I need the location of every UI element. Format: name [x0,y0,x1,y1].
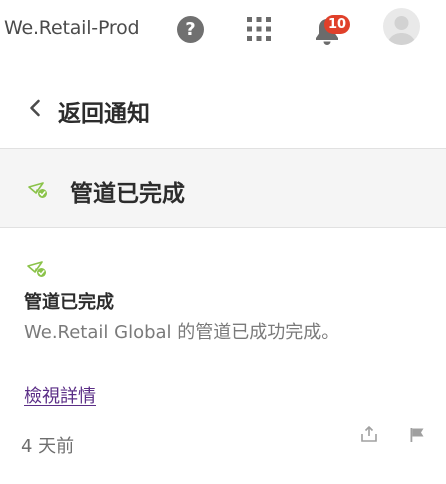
view-details-link[interactable]: 檢視詳情 [24,382,96,408]
app-name[interactable]: We.Retail-Prod [4,17,140,39]
notification-description: We.Retail Global 的管道已成功完成。 [24,322,340,343]
notification-time: 4 天前 [21,436,75,457]
apps-grid-icon[interactable] [246,16,272,42]
section-header: 管道已完成 [0,148,446,228]
share-icon[interactable] [360,425,378,443]
avatar[interactable] [383,8,420,45]
notification-title: 管道已完成 [24,292,114,313]
flag-icon[interactable] [409,427,425,443]
notifications-button[interactable]: 10 [314,15,354,47]
chevron-left-icon [30,99,40,117]
back-label: 返回通知 [58,101,150,127]
help-icon[interactable]: ? [177,16,204,43]
notification-count-badge: 10 [324,15,350,34]
notification-detail-screen: We.Retail-Prod ? 10 返回通知 管道已完成 管道已完成 We.… [0,0,446,484]
back-to-notifications[interactable]: 返回通知 [0,84,446,134]
top-app-bar: We.Retail-Prod ? 10 [0,0,446,58]
notification-card: 管道已完成 We.Retail Global 的管道已成功完成。 檢視詳情 4 … [0,228,446,484]
pipeline-success-icon [28,182,47,198]
user-silhouette-icon [387,16,416,45]
section-title: 管道已完成 [70,181,185,207]
pipeline-success-icon [27,261,46,277]
